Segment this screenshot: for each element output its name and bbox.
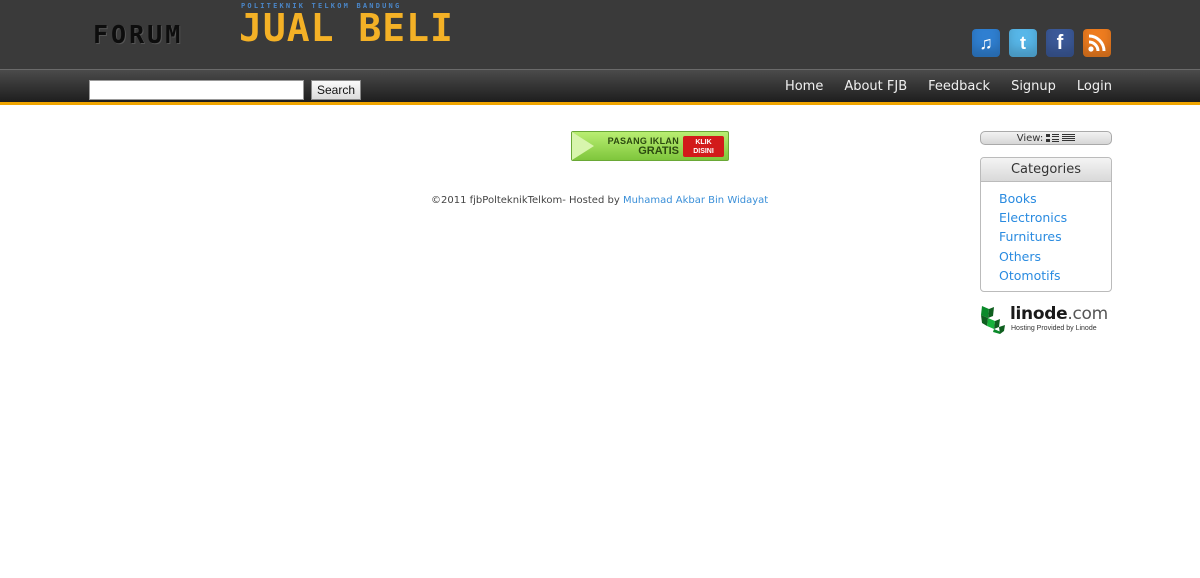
itunes-icon[interactable]: ♫ bbox=[972, 29, 1000, 57]
footer-copyright: ©2011 fjbPolteknikTelkom- Hosted by bbox=[431, 195, 620, 206]
social-links: ♫ t f bbox=[972, 29, 1111, 57]
banner-text: PASANG IKLAN GRATIS bbox=[607, 136, 679, 157]
banner-arrow-icon bbox=[572, 132, 594, 160]
linode-mark-icon bbox=[981, 306, 1005, 334]
category-item: Electronics bbox=[999, 208, 1111, 227]
categories-panel: Categories Books Electronics Furnitures … bbox=[980, 157, 1112, 292]
category-item: Books bbox=[999, 189, 1111, 208]
banner-line2: GRATIS bbox=[638, 145, 679, 157]
nav-links: Home About FJB Feedback Signup Login bbox=[785, 70, 1112, 103]
nav-link-signup[interactable]: Signup bbox=[1011, 79, 1056, 94]
footer-author-link[interactable]: Muhamad Akbar Bin Widayat bbox=[623, 195, 768, 206]
footer-credit: ©2011 fjbPolteknikTelkom- Hosted by Muha… bbox=[431, 195, 768, 206]
category-link-electronics[interactable]: Electronics bbox=[999, 210, 1067, 225]
category-link-others[interactable]: Others bbox=[999, 249, 1041, 264]
linode-name: linode bbox=[1010, 304, 1068, 324]
nav-link-home[interactable]: Home bbox=[785, 79, 823, 94]
category-item: Others bbox=[999, 247, 1111, 266]
rss-icon[interactable] bbox=[1083, 29, 1111, 57]
banner-cta-line2: DISINI bbox=[693, 148, 714, 155]
categories-list: Books Electronics Furnitures Others Otom… bbox=[981, 182, 1111, 285]
category-link-furnitures[interactable]: Furnitures bbox=[999, 229, 1062, 244]
facebook-icon[interactable]: f bbox=[1046, 29, 1074, 57]
category-item: Furnitures bbox=[999, 227, 1111, 246]
view-label: View: bbox=[1016, 132, 1044, 144]
linode-tld: .com bbox=[1067, 304, 1108, 324]
linode-wordmark: linode.com bbox=[1010, 304, 1108, 324]
view-list-icon[interactable] bbox=[1062, 134, 1076, 142]
main-nav: Search Home About FJB Feedback Signup Lo… bbox=[0, 69, 1200, 102]
view-toggle: View: bbox=[980, 131, 1112, 145]
banner-cta-line1: KLIK bbox=[695, 139, 712, 146]
free-ad-banner[interactable]: PASANG IKLAN GRATIS KLIK DISINI bbox=[571, 131, 729, 161]
nav-link-about[interactable]: About FJB bbox=[844, 79, 907, 94]
linode-subtitle: Hosting Provided by Linode bbox=[1011, 325, 1097, 332]
category-link-otomotifs[interactable]: Otomotifs bbox=[999, 268, 1061, 283]
category-item: Otomotifs bbox=[999, 266, 1111, 285]
search-input[interactable] bbox=[89, 80, 304, 100]
category-link-books[interactable]: Books bbox=[999, 191, 1037, 206]
linode-sponsor-logo[interactable]: linode.com Hosting Provided by Linode bbox=[980, 304, 1114, 336]
nav-link-feedback[interactable]: Feedback bbox=[928, 79, 990, 94]
categories-title: Categories bbox=[981, 158, 1111, 182]
nav-accent-stripe bbox=[0, 102, 1200, 105]
search-button[interactable]: Search bbox=[311, 80, 361, 100]
twitter-icon[interactable]: t bbox=[1009, 29, 1037, 57]
logo-forum-text: FORUM bbox=[93, 20, 184, 49]
nav-link-login[interactable]: Login bbox=[1077, 79, 1112, 94]
site-logo[interactable]: POLITEKNIK TELKOM BANDUNG FORUM JUAL BEL… bbox=[93, 2, 473, 52]
site-header: POLITEKNIK TELKOM BANDUNG FORUM JUAL BEL… bbox=[0, 0, 1200, 69]
logo-jual-beli-text: JUAL BELI bbox=[239, 6, 454, 50]
rss-glyph bbox=[1088, 34, 1106, 52]
banner-cta-badge[interactable]: KLIK DISINI bbox=[683, 136, 724, 157]
view-detail-icon[interactable] bbox=[1046, 134, 1060, 142]
